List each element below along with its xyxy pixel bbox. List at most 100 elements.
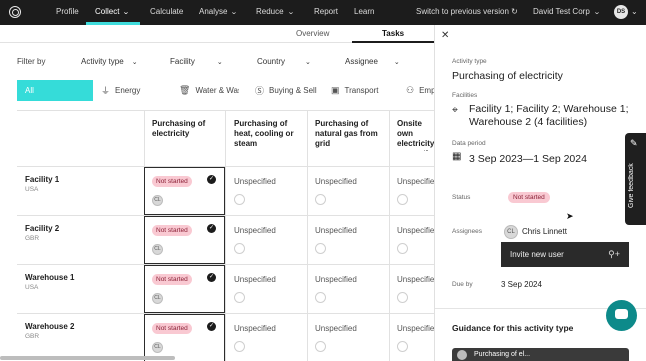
filter-assignee[interactable]: Assignee ⌄ <box>345 57 400 66</box>
unassigned-icon <box>234 194 245 205</box>
unassigned-icon <box>397 292 408 303</box>
bin-icon: 🗑 <box>179 85 191 95</box>
task-cell-value[interactable]: Unspecified <box>397 226 439 235</box>
task-cell-value[interactable]: Unspecified <box>234 177 276 186</box>
chevron-down-icon: ⌄ <box>131 59 138 66</box>
column-header[interactable]: Purchasing of electricity <box>152 119 222 139</box>
column-header[interactable]: Onsite own electricity generation <box>397 119 434 151</box>
column-header[interactable]: Purchasing of heat, cooling or steam <box>234 119 304 149</box>
chevron-down-icon: ⌄ <box>286 9 295 16</box>
tab-overview[interactable]: Overview <box>296 29 329 38</box>
status-badge[interactable]: Not started <box>508 192 550 203</box>
filter-country[interactable]: Country ⌄ <box>257 57 311 66</box>
check-icon: ✓ <box>207 224 216 233</box>
task-cell-value[interactable]: Unspecified <box>234 275 276 284</box>
data-period-value: 3 Sep 2023—1 Sep 2024 <box>469 153 587 165</box>
row-country: USA <box>25 186 39 193</box>
task-cell-value[interactable]: Unspecified <box>397 324 439 333</box>
column-header[interactable]: Purchasing of natural gas from grid <box>315 119 385 149</box>
category-tabs: All ⏚ Energy 🗑 Water & Waste Ⓢ Buying & Sel… <box>17 80 434 101</box>
category-transport-label: Transport <box>344 86 379 95</box>
company-selector[interactable]: David Test Corp ⌄ <box>533 7 601 16</box>
invite-user-button[interactable]: Invite new user ⚲+ <box>501 242 629 267</box>
assignee-name[interactable]: Chris Linnett <box>522 227 567 236</box>
horizontal-scrollbar[interactable] <box>0 356 175 360</box>
category-buying-selling[interactable]: Ⓢ Buying & Selling <box>255 80 317 101</box>
category-water-waste[interactable]: 🗑 Water & Waste <box>179 80 239 101</box>
chevron-down-icon[interactable]: ⌄ <box>631 7 638 16</box>
category-energy[interactable]: ⏚ Energy <box>101 80 140 101</box>
task-cell-selected[interactable] <box>144 265 225 313</box>
task-cell-value[interactable]: Unspecified <box>234 324 276 333</box>
row-country: GBR <box>25 333 40 340</box>
nav-collect-label: Collect <box>95 7 120 16</box>
grid-divider <box>17 264 434 265</box>
task-cell-value[interactable]: Unspecified <box>315 177 357 186</box>
facilities-value: Facility 1; Facility 2; Warehouse 1; War… <box>469 103 629 128</box>
unassigned-icon <box>234 292 245 303</box>
grid-divider <box>17 166 434 167</box>
tab-tasks[interactable]: Tasks <box>382 29 404 38</box>
task-grid: Purchasing of electricity Purchasing of … <box>17 110 439 361</box>
category-buying-selling-label: Buying & Selling <box>269 86 317 95</box>
guidance-video[interactable]: Purchasing of el... <box>452 348 629 361</box>
nav-calculate[interactable]: Calculate <box>150 7 183 16</box>
unassigned-icon <box>397 341 408 352</box>
task-cell-selected[interactable] <box>144 314 225 361</box>
filter-facility[interactable]: Facility ⌄ <box>170 57 223 66</box>
unassigned-icon <box>397 243 408 254</box>
chevron-down-icon: ⌄ <box>122 9 131 16</box>
status-label: Status <box>452 194 471 201</box>
task-cell-value[interactable]: Unspecified <box>397 177 439 186</box>
avatar: CL <box>504 225 518 239</box>
logo-icon[interactable] <box>9 6 21 18</box>
nav-analyse[interactable]: Analyse ⌄ <box>199 7 238 16</box>
filter-activity-type[interactable]: Activity type ⌄ <box>81 57 138 66</box>
switch-version-link[interactable]: Switch to previous version ↻ <box>416 7 518 16</box>
unassigned-icon <box>315 243 326 254</box>
status-badge: Not started <box>152 176 192 187</box>
nav-learn[interactable]: Learn <box>354 7 374 16</box>
unassigned-icon <box>397 194 408 205</box>
row-country: GBR <box>25 235 40 242</box>
location-pin-icon: ⌖ <box>452 104 458 116</box>
nav-report[interactable]: Report <box>314 7 338 16</box>
status-badge: Not started <box>152 323 192 334</box>
company-name: David Test Corp <box>533 7 590 16</box>
chat-icon[interactable] <box>606 300 637 331</box>
task-cell-selected[interactable] <box>144 216 225 264</box>
refresh-icon: ↻ <box>511 7 518 16</box>
feedback-tab[interactable]: ✎ Give feedback <box>625 133 646 225</box>
unassigned-icon <box>234 243 245 254</box>
filter-assignee-label: Assignee <box>345 57 378 66</box>
unassigned-icon <box>315 341 326 352</box>
status-badge: Not started <box>152 274 192 285</box>
task-cell-selected[interactable] <box>144 167 225 215</box>
nav-reduce[interactable]: Reduce ⌄ <box>256 7 295 16</box>
calendar-icon: ▦ <box>452 151 462 162</box>
close-icon[interactable]: ✕ <box>441 30 449 41</box>
nav-collect[interactable]: Collect ⌄ <box>95 7 131 16</box>
due-date-value[interactable]: 3 Sep 2024 <box>501 280 542 289</box>
task-cell-value[interactable]: Unspecified <box>315 226 357 235</box>
check-icon: ✓ <box>207 322 216 331</box>
category-all[interactable]: All <box>17 80 93 101</box>
guidance-heading[interactable]: Guidance for this activity type <box>452 323 573 333</box>
category-transport[interactable]: ▣ Transport <box>331 80 378 101</box>
filter-activity-type-label: Activity type <box>81 57 124 66</box>
task-cell-value[interactable]: Unspecified <box>234 226 276 235</box>
task-cell-value[interactable]: Unspecified <box>397 275 439 284</box>
switch-version-label: Switch to previous version <box>416 7 509 16</box>
task-cell-value[interactable]: Unspecified <box>315 275 357 284</box>
category-water-waste-label: Water & Waste <box>195 86 239 95</box>
row-name: Warehouse 2 <box>25 322 75 331</box>
row-name: Facility 2 <box>25 224 60 233</box>
activity-type-label: Activity type <box>452 58 487 65</box>
category-employees[interactable]: ⚇ Emp <box>406 80 434 101</box>
nav-profile[interactable]: Profile <box>56 7 79 16</box>
chevron-down-icon: ⌄ <box>305 59 311 66</box>
grid-divider <box>17 110 434 111</box>
task-cell-value[interactable]: Unspecified <box>315 324 357 333</box>
user-avatar[interactable]: DS <box>614 5 628 19</box>
top-nav: Profile Collect ⌄ Calculate Analyse ⌄ Redu… <box>0 0 646 25</box>
